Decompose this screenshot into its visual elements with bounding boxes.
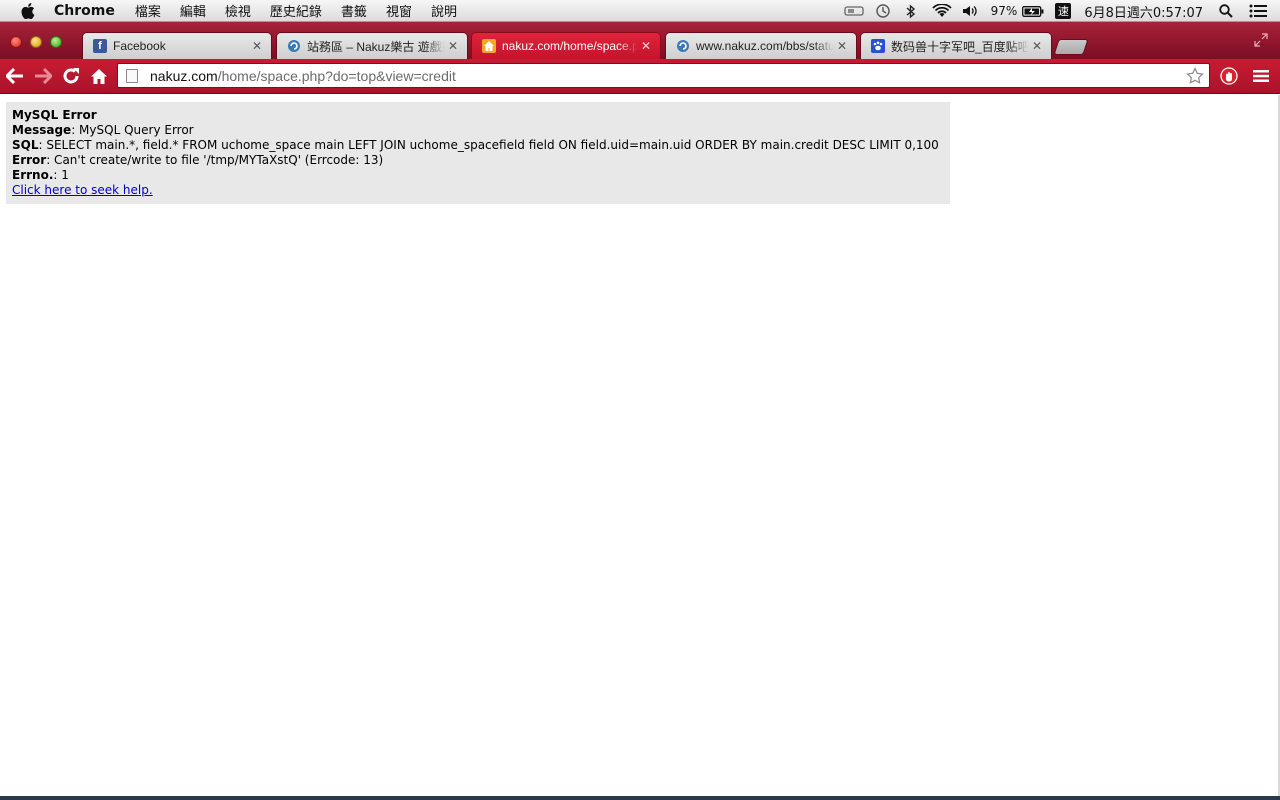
bluetooth-icon[interactable] xyxy=(903,0,919,22)
tab-title: Facebook xyxy=(113,39,166,53)
mysql-error-box: MySQL Error Message: MySQL Query Error S… xyxy=(6,102,950,204)
chrome-menu-icon[interactable] xyxy=(1250,65,1272,87)
help-link[interactable]: Click here to seek help. xyxy=(12,183,153,197)
tab-nakuz-forum[interactable]: 站務區 – Nakuz樂古 遊戲娛樂 ✕ xyxy=(276,32,468,59)
window-minimize-button[interactable] xyxy=(30,36,42,48)
fullscreen-icon[interactable] xyxy=(1254,32,1268,47)
message-label: Message xyxy=(12,123,72,137)
error-title: MySQL Error xyxy=(12,108,97,122)
tab-close-icon[interactable]: ✕ xyxy=(445,39,461,53)
sql-value: : SELECT main.*, field.* FROM uchome_spa… xyxy=(38,138,939,152)
window-close-button[interactable] xyxy=(10,36,22,48)
facebook-icon: f xyxy=(93,39,107,53)
tab-close-icon[interactable]: ✕ xyxy=(638,39,654,53)
baidu-paw-icon xyxy=(871,39,885,53)
adblock-extension-icon[interactable] xyxy=(1218,65,1240,87)
tab-title: 数码兽十字军吧_百度贴吧 xyxy=(891,39,1029,54)
tab-title: nakuz.com/home/space.php xyxy=(502,39,638,53)
input-method-icon[interactable]: 速 xyxy=(1055,3,1072,19)
spotlight-search-icon[interactable] xyxy=(1217,0,1235,22)
bookmark-star-icon[interactable] xyxy=(1185,66,1205,86)
new-tab-button[interactable] xyxy=(1053,39,1089,55)
forward-button[interactable] xyxy=(32,65,54,87)
error-value: : Can't create/write to file '/tmp/MYTaX… xyxy=(46,153,384,167)
apple-menu-icon[interactable] xyxy=(17,0,39,22)
battery-icon[interactable] xyxy=(1021,0,1045,22)
wifi-icon[interactable] xyxy=(931,0,953,22)
tab-facebook[interactable]: f Facebook ✕ xyxy=(82,32,272,59)
window-zoom-button[interactable] xyxy=(50,36,62,48)
tab-close-icon[interactable]: ✕ xyxy=(834,39,850,53)
menu-edit[interactable]: 編輯 xyxy=(180,1,206,20)
errno-value: : 1 xyxy=(53,168,69,182)
menu-help[interactable]: 說明 xyxy=(431,1,457,20)
display-mirror-icon[interactable] xyxy=(843,0,865,22)
battery-percent[interactable]: 97% xyxy=(991,4,1018,18)
home-icon xyxy=(482,39,496,53)
error-label: Error xyxy=(12,153,47,167)
volume-icon[interactable] xyxy=(961,0,979,22)
page-icon xyxy=(126,68,138,83)
menu-history[interactable]: 歷史紀錄 xyxy=(270,1,322,20)
message-value: : MySQL Query Error xyxy=(71,123,194,137)
menu-clock[interactable]: 6月8日週六0:57:07 xyxy=(1084,2,1203,21)
globe-icon xyxy=(287,39,301,53)
tab-baidu-tieba[interactable]: 数码兽十字军吧_百度贴吧 ✕ xyxy=(860,32,1052,59)
macos-menu-bar: Chrome 檔案 編輯 檢視 歷史紀錄 書籤 視窗 說明 97% 速 6月8日… xyxy=(0,0,1280,22)
url-path: /home/space.php?do=top&view=credit xyxy=(217,67,456,84)
tab-strip: f Facebook ✕ 站務區 – Nakuz樂古 遊戲娛樂 ✕ nakuz.… xyxy=(0,22,1280,59)
globe-icon xyxy=(676,39,690,53)
reload-button[interactable] xyxy=(60,65,82,87)
browser-toolbar: nakuz.com/home/space.php?do=top&view=cre… xyxy=(0,59,1280,94)
menu-file[interactable]: 檔案 xyxy=(135,1,161,20)
tab-nakuz-space[interactable]: nakuz.com/home/space.php ✕ xyxy=(471,32,661,59)
address-bar[interactable]: nakuz.com/home/space.php?do=top&view=cre… xyxy=(117,63,1210,88)
home-button[interactable] xyxy=(88,65,110,87)
time-machine-icon[interactable] xyxy=(873,0,893,22)
url-host: nakuz.com xyxy=(150,67,218,84)
menu-bookmarks[interactable]: 書籤 xyxy=(341,1,367,20)
desktop-bottom-edge xyxy=(0,796,1280,800)
back-button[interactable] xyxy=(4,65,26,87)
tab-nakuz-bbs[interactable]: www.nakuz.com/bbs/status ✕ xyxy=(665,32,857,59)
tab-close-icon[interactable]: ✕ xyxy=(1029,39,1045,53)
menu-view[interactable]: 檢視 xyxy=(225,1,251,20)
notification-center-icon[interactable] xyxy=(1248,0,1268,22)
errno-label: Errno. xyxy=(12,168,54,182)
sql-label: SQL xyxy=(12,138,39,152)
menu-window[interactable]: 視窗 xyxy=(386,1,412,20)
tab-title: www.nakuz.com/bbs/status xyxy=(696,39,834,53)
tab-title: 站務區 – Nakuz樂古 遊戲娛樂 xyxy=(307,39,445,54)
page-viewport: MySQL Error Message: MySQL Query Error S… xyxy=(0,95,1280,800)
tab-close-icon[interactable]: ✕ xyxy=(249,39,265,53)
app-menu-chrome[interactable]: Chrome xyxy=(54,3,115,19)
